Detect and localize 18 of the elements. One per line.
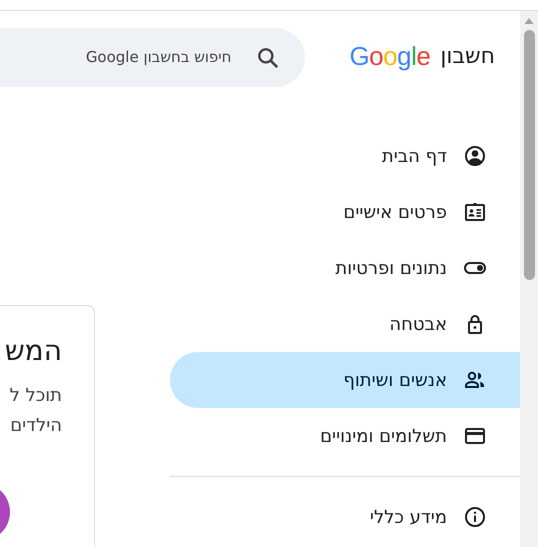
search-field[interactable]: חיפוש בחשבון Google [0,28,306,86]
info-icon [463,505,487,529]
account-circle-icon [463,144,487,168]
card-title: המש [4,334,62,367]
product-name: חשבון [440,44,495,68]
id-card-icon [463,200,487,224]
card-text: תוכל ל [8,384,62,408]
nav-item[interactable]: אבטחה [170,296,520,352]
scroll-up-arrow-icon[interactable] [524,17,534,25]
nav-item[interactable]: פרטים אישיים [170,184,520,240]
card-text: הילדים [9,414,62,438]
google-logo[interactable]: Google [349,40,430,72]
nav-item[interactable]: תשלומים ומינויים [170,408,520,464]
nav-item[interactable]: דף הבית [170,128,520,184]
nav-item[interactable]: אנשים ושיתוף [170,352,520,408]
nav-item[interactable]: נתונים ופרטיות [170,240,520,296]
scrollbar-thumb[interactable] [524,30,534,280]
nav-item[interactable]: מידע כללי [170,489,520,545]
